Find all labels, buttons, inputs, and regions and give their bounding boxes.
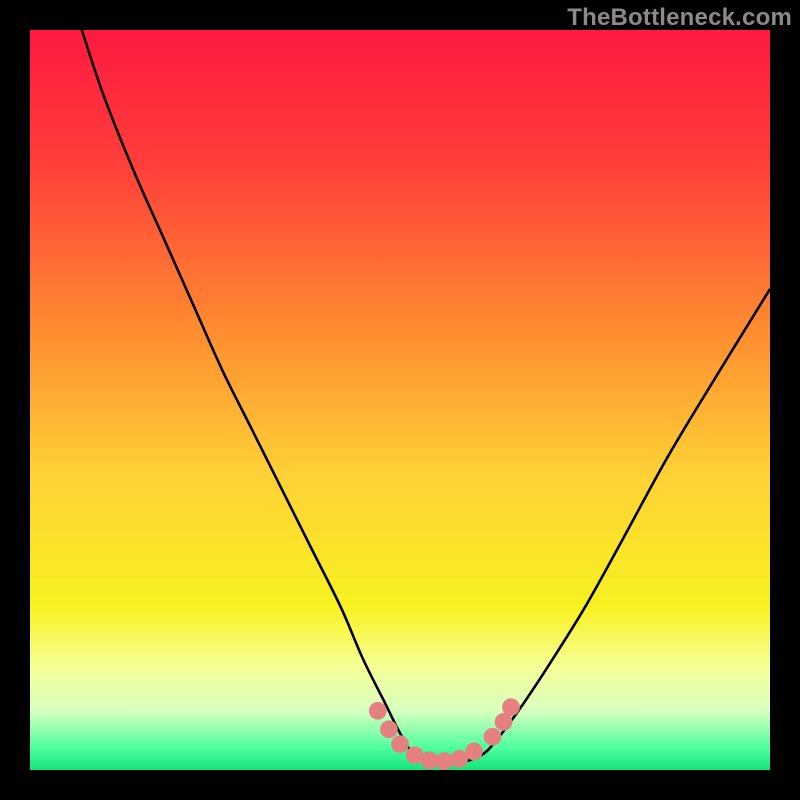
highlight-dot (380, 720, 398, 738)
watermark-text: TheBottleneck.com (567, 4, 792, 32)
highlight-dot (502, 698, 520, 716)
highlight-dot (391, 735, 409, 753)
highlight-dot (484, 728, 502, 746)
outer-frame: TheBottleneck.com (0, 0, 800, 800)
highlight-dot (369, 702, 387, 720)
highlight-dot (465, 743, 483, 761)
plot-area (30, 30, 770, 770)
chart-svg (30, 30, 770, 770)
bottleneck-curve (82, 30, 770, 764)
highlight-dots (369, 698, 520, 770)
